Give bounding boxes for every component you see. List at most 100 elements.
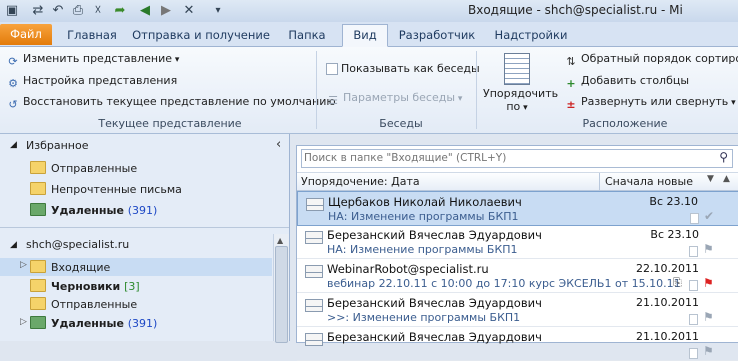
add-columns-label: Добавить столбцы [581,74,690,87]
folder-sent[interactable]: Отправленные [30,297,137,311]
add-columns-button[interactable]: + Добавить столбцы [564,74,689,91]
arrangement-group-label: Расположение [582,117,668,130]
collapse-triangle-icon[interactable]: ◢ [10,240,17,250]
account-header[interactable]: shch@specialist.ru [26,238,129,251]
favorite-sent[interactable]: Отправленные [30,161,137,175]
flag-icon[interactable]: ⚑ [703,242,714,256]
message-sender: WebinarRobot@specialist.ru [327,262,489,276]
category-box[interactable] [689,348,698,359]
category-box[interactable] [689,314,698,325]
search-box[interactable]: ⚲ [301,149,733,168]
complete-check-icon[interactable]: ✔ [704,209,714,223]
header-divider [599,173,600,190]
tab-view[interactable]: Вид [342,24,388,47]
favorite-unread[interactable]: Непрочтенные письма [30,182,182,196]
expand-collapse-icon: ± [566,98,576,111]
customize-toolbar-icon[interactable]: ▾ [210,3,226,19]
reverse-sort-button[interactable]: ⇅ Обратный порядок сортиров [564,52,738,69]
folder-label: Удаленные [51,204,124,217]
conversation-settings-icon: ☰ [328,94,338,107]
drafts-icon [30,279,46,292]
folder-label: Отправленные [51,162,138,175]
tab-folder[interactable]: Папка [282,25,332,45]
envelope-icon [305,265,323,278]
scroll-up-icon[interactable]: ▲ [723,174,730,184]
collapse-triangle-icon[interactable]: ◢ [10,140,17,150]
favorites-header[interactable]: Избранное [26,139,88,152]
delete-icon[interactable]: ☓ [90,3,106,19]
tab-file[interactable]: Файл [0,24,52,45]
flag-icon[interactable]: ⚑ [703,310,714,324]
conversation-settings-button[interactable]: ☰ Параметры беседы ▾ [326,91,462,108]
favorite-deleted[interactable]: Удаленные (391) [30,203,157,217]
category-box[interactable] [689,280,698,291]
arrange-by-header[interactable]: Упорядочение: Дата [301,175,420,188]
category-box[interactable] [689,246,698,257]
tab-send-receive[interactable]: Отправка и получение [130,25,272,45]
search-input[interactable] [304,151,704,165]
expand-collapse-button[interactable]: ± Развернуть или свернуть ▾ [564,95,735,112]
expand-triangle-icon[interactable]: ▷ [20,260,27,270]
view-settings-button[interactable]: ⚙ Настройка представления [6,74,177,91]
sort-header: Упорядочение: Дата Сначала новые ▼ ▲ [297,172,738,191]
sort-direction-icon[interactable]: ▼ [707,174,714,184]
minimize-pane-icon[interactable]: ‹ [276,137,281,152]
tab-developer[interactable]: Разработчик [394,25,480,45]
view-settings-icon: ⚙ [8,77,18,90]
unread-count: (391) [127,204,158,217]
reset-view-label: Восстановить текущее представление по ум… [23,95,336,108]
folder-icon [30,297,46,310]
change-view-icon: ⟳ [8,55,18,68]
message-sender: Березанский Вячеслав Эдуардович [327,296,542,310]
folder-label: Черновики [51,280,121,293]
search-folder-icon [30,182,46,195]
forward-icon[interactable]: ▶ [158,3,174,19]
message-row[interactable]: Березанский Вячеслав Эдуардович НА: Измен… [297,225,738,259]
message-date: 22.10.2011 [636,262,699,275]
reply-icon[interactable]: ➦ [112,3,128,19]
message-row[interactable]: Березанский Вячеслав Эдуардович >>: Измен… [297,293,738,327]
inbox-icon [30,260,46,273]
flag-icon[interactable]: ⚑ [703,344,714,358]
message-subject: НА: Изменение программы БКП1 [328,210,519,223]
change-view-button[interactable]: ⟳ Изменить представление ▾ [6,52,179,69]
envelope-icon [305,333,323,346]
expand-triangle-icon[interactable]: ▷ [20,317,27,327]
print-icon[interactable]: ⎙ [70,3,86,19]
envelope-icon [305,299,323,312]
tab-home[interactable]: Главная [62,25,122,45]
category-box[interactable] [690,213,699,224]
flag-icon[interactable]: ⚑ [703,276,714,290]
message-row[interactable]: Щербаков Николай Николаевич НА: Изменение… [297,191,738,226]
message-row[interactable]: WebinarRobot@specialist.ru вебинар 22.10.… [297,259,738,293]
tab-add-ins[interactable]: Надстройки [492,25,570,45]
attachment-icon: ⎘ [673,276,682,289]
folder-inbox[interactable]: ▷ Входящие [0,258,272,276]
send-receive-icon[interactable]: ⇄ [30,3,46,19]
sort-order-header[interactable]: Сначала новые [605,175,693,188]
undo-icon[interactable]: ↶ [50,3,66,19]
reset-view-button[interactable]: ↺ Восстановить текущее представление по у… [6,95,336,112]
folder-label: Удаленные [51,317,124,330]
folder-drafts[interactable]: Черновики [3] [30,279,140,293]
outlook-logo-icon[interactable]: ▣ [4,3,20,19]
scroll-up-icon[interactable]: ▲ [277,236,283,245]
title-bar: ▣ ⇄ ↶ ⎙ ☓ ➦ ◀ ▶ ✕ ▾ Входящие - shch@spec… [0,0,738,23]
view-settings-label: Настройка представления [23,74,178,87]
ribbon-tabs: Файл Главная Отправка и получение Папка … [0,22,738,47]
close-icon[interactable]: ✕ [181,3,197,19]
envelope-icon [305,231,323,244]
arrange-by-button[interactable]: Упорядочить по ▾ [483,51,558,115]
nav-scrollbar-thumb[interactable] [275,246,288,343]
message-date: 21.10.2011 [636,296,699,309]
back-icon[interactable]: ◀ [137,3,153,19]
message-row[interactable]: Березанский Вячеслав Эдуардович 21.10.201… [297,327,738,361]
reset-view-icon: ↺ [8,98,18,111]
search-icon[interactable]: ⚲ [719,150,728,164]
current-view-group-label: Текущее представление [98,117,242,130]
folder-label: Входящие [51,261,111,274]
folder-label: Отправленные [51,298,138,311]
show-as-conversations-checkbox[interactable]: Показывать как беседы [326,62,480,75]
message-date: Вс 23.10 [649,195,698,208]
group-divider [476,51,477,129]
